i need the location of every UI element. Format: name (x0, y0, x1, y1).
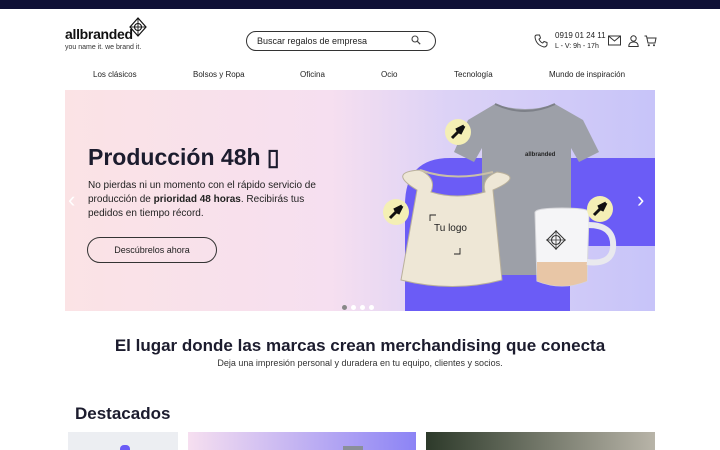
nav-item-clasicos[interactable]: Los clásicos (93, 70, 137, 79)
nav-item-inspiracion[interactable]: Mundo de inspiración (549, 70, 625, 79)
bag-logo-text: Tu logo (434, 223, 467, 234)
chevron-left-icon[interactable]: ‹ (68, 187, 75, 213)
hero-description-bold: prioridad 48 horas (153, 194, 241, 205)
featured-card[interactable] (68, 432, 178, 450)
top-bar (0, 0, 720, 9)
chevron-right-icon[interactable]: › (637, 187, 644, 213)
brand-tagline: you name it. we brand it. (65, 44, 142, 51)
hero-description: No pierdas ni un momento con el rápido s… (88, 179, 328, 221)
mail-icon[interactable] (608, 35, 621, 46)
intro-subheading: Deja una impresión personal y duradera e… (217, 358, 503, 368)
featured-title: Destacados (75, 404, 171, 423)
featured-card[interactable] (188, 432, 416, 450)
carousel-dot[interactable] (342, 305, 347, 310)
cart-icon[interactable] (644, 35, 657, 47)
carousel-dot[interactable] (351, 305, 356, 310)
featured-card[interactable] (426, 432, 655, 450)
carousel-dot[interactable] (369, 305, 374, 310)
user-icon[interactable] (628, 35, 639, 47)
carousel-dot[interactable] (360, 305, 365, 310)
discover-button[interactable]: Descúbrelos ahora (87, 237, 217, 263)
nav-item-bolsos-ropa[interactable]: Bolsos y Ropa (193, 70, 245, 79)
search-icon[interactable] (411, 35, 421, 45)
opening-hours: L - V: 9h - 17h (555, 43, 599, 50)
crosshair-diamond-icon (129, 17, 147, 37)
search-input[interactable]: Buscar regalos de empresa (246, 31, 436, 51)
hero-product-image: Tu logo allbranded (383, 103, 655, 311)
nav-item-ocio[interactable]: Ocio (381, 70, 397, 79)
nav-item-oficina[interactable]: Oficina (300, 70, 325, 79)
carousel-dots (342, 297, 378, 311)
shirt-brand-text: allbranded (525, 152, 556, 158)
hero-title: Producción 48h ▯ (88, 144, 280, 170)
phone-number[interactable]: 0919 01 24 11 (555, 31, 606, 40)
main-navigation: Los clásicos Bolsos y Ropa Oficina Ocio … (0, 70, 720, 82)
phone-icon[interactable] (534, 34, 548, 48)
nav-item-tecnologia[interactable]: Tecnología (454, 70, 493, 79)
intro-heading: El lugar donde las marcas crean merchand… (114, 336, 606, 355)
hero-banner: Tu logo allbranded Producción 48h ▯ No p… (65, 90, 655, 311)
